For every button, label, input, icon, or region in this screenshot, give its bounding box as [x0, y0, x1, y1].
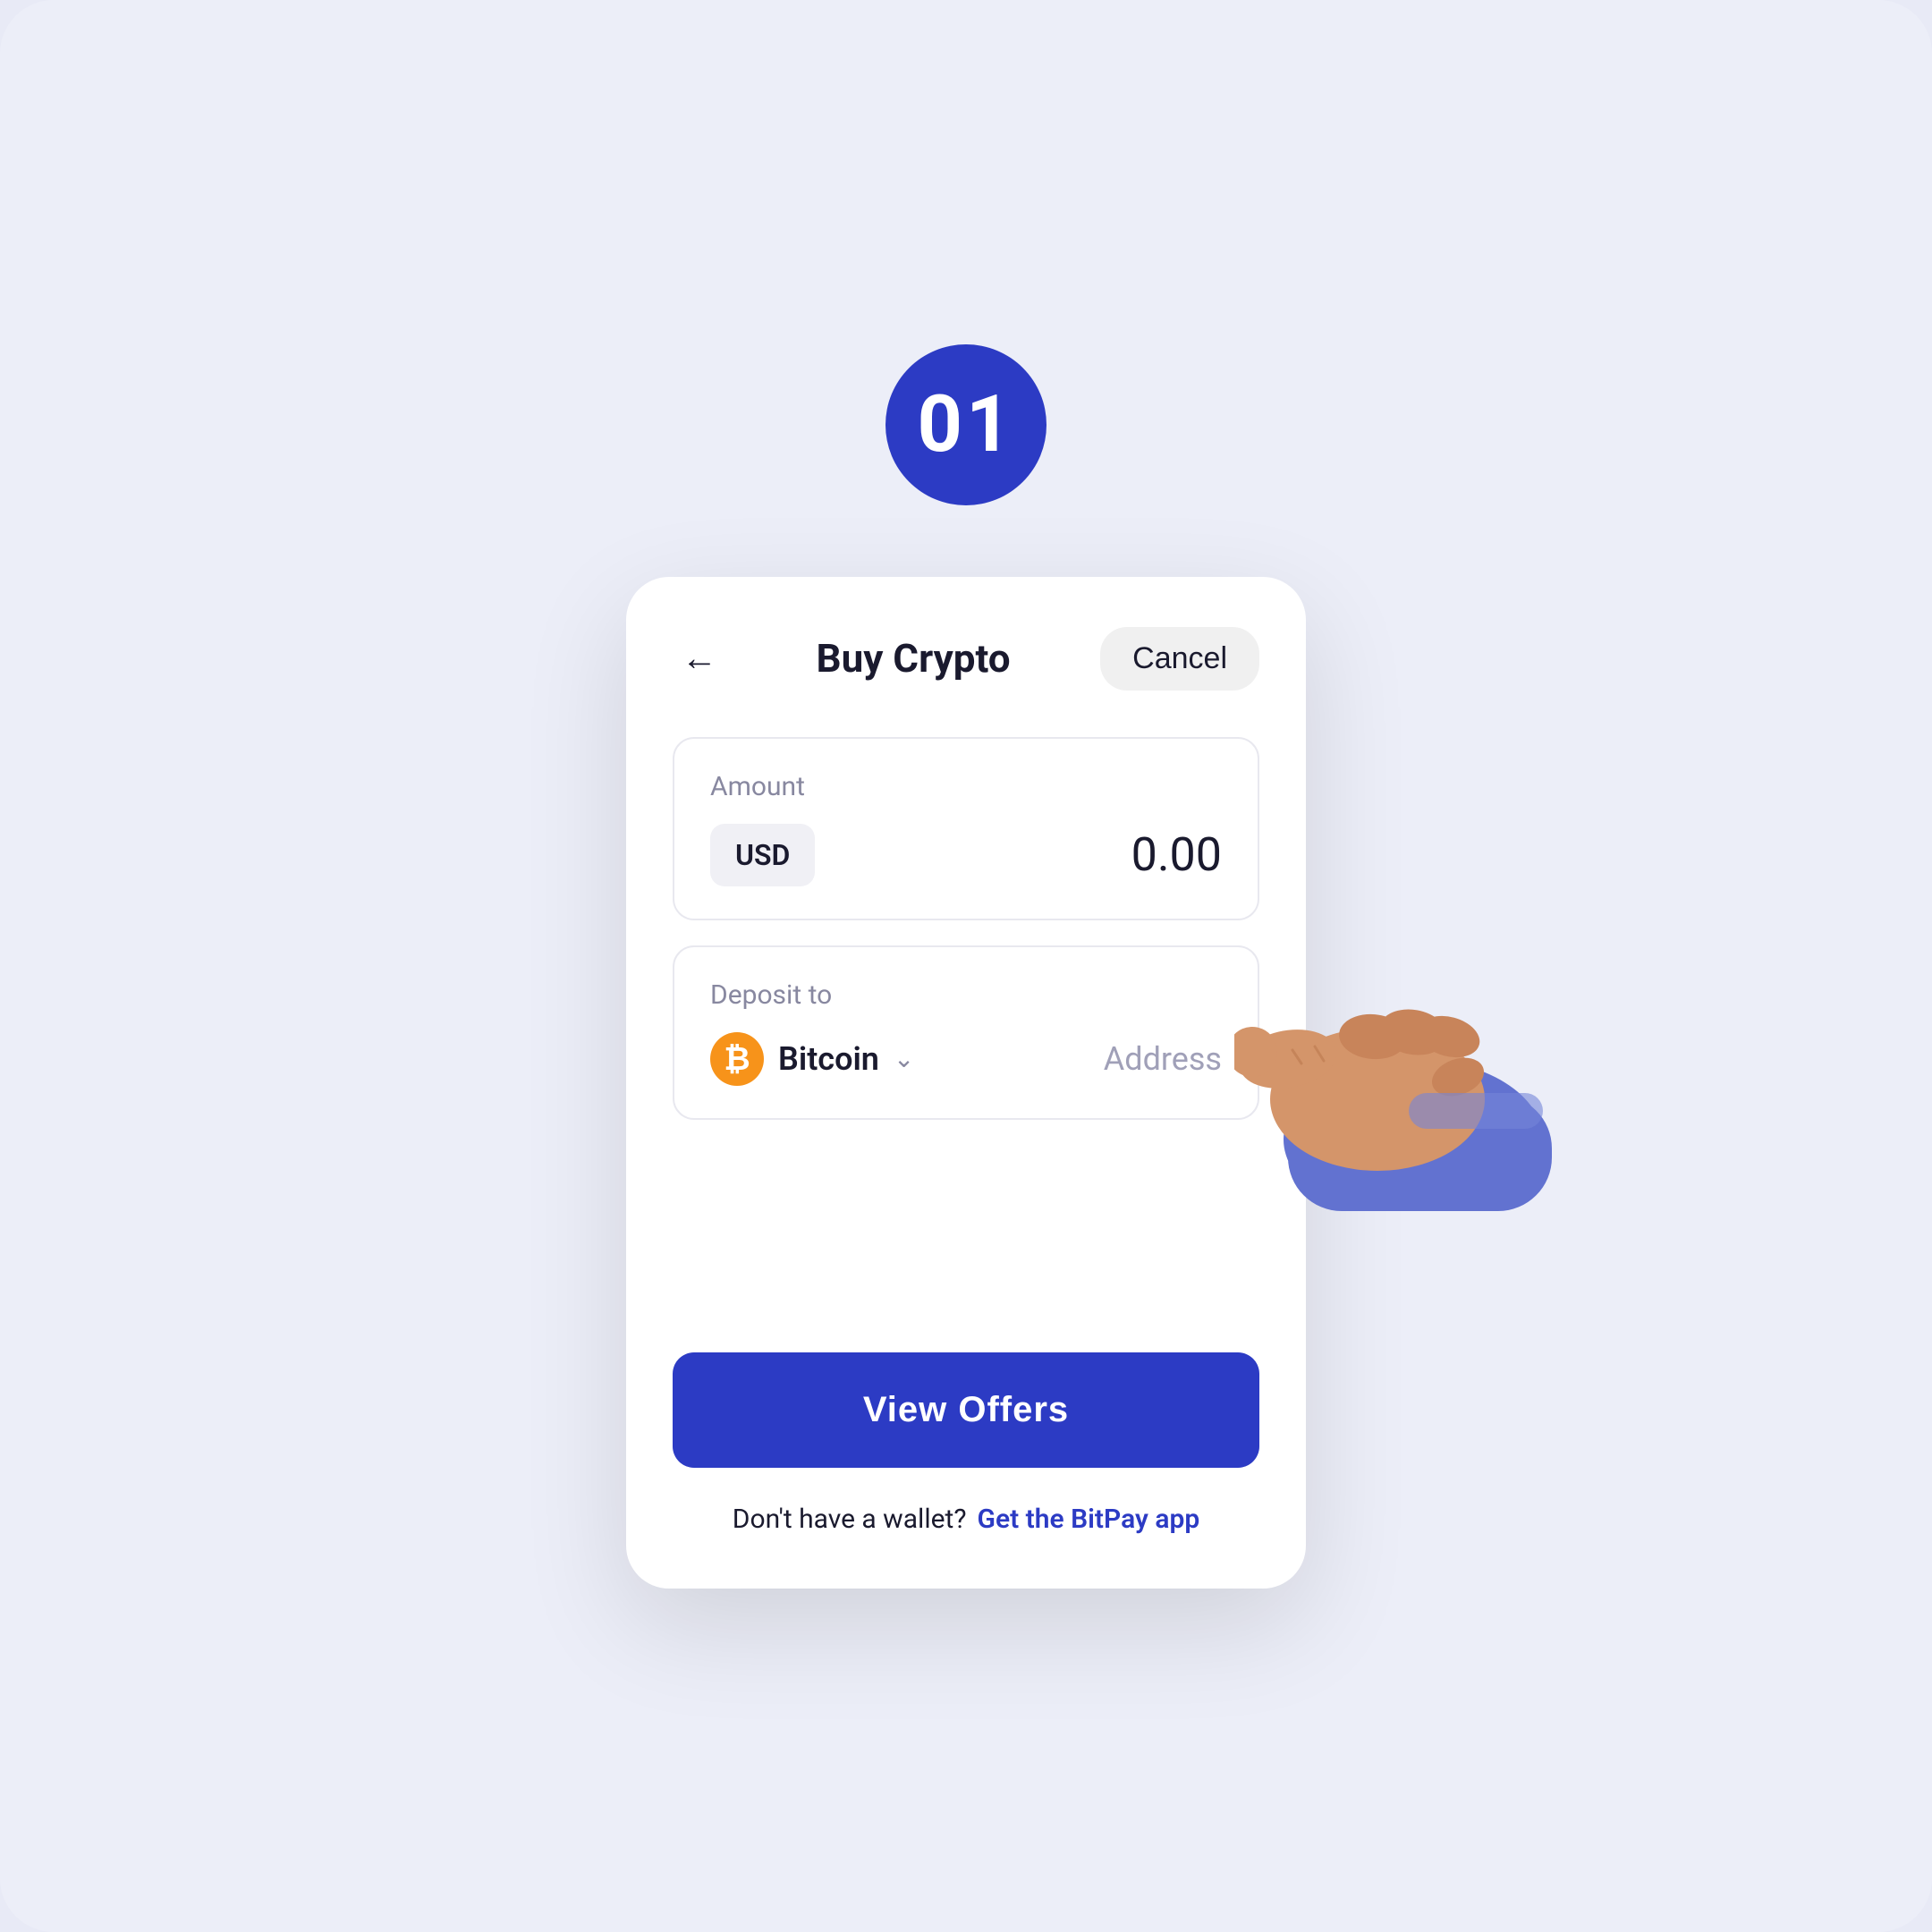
phone-wrapper: ← Buy Crypto Cancel Amount USD 0.00 De	[626, 577, 1306, 1589]
phone-header: ← Buy Crypto Cancel	[673, 627, 1259, 691]
crypto-name: Bitcoin	[778, 1040, 879, 1078]
phone-card: ← Buy Crypto Cancel Amount USD 0.00 De	[626, 577, 1306, 1589]
amount-section: Amount USD 0.00	[673, 737, 1259, 920]
back-arrow-icon: ←	[682, 640, 717, 676]
amount-card: Amount USD 0.00	[673, 737, 1259, 920]
bitcoin-icon: ₿	[710, 1032, 764, 1086]
bitcoin-symbol: ₿	[724, 1040, 750, 1078]
crypto-selector[interactable]: ₿ Bitcoin ⌄	[710, 1032, 914, 1086]
currency-badge[interactable]: USD	[710, 824, 815, 886]
chevron-down-icon: ⌄	[894, 1044, 914, 1073]
no-wallet-text: Don't have a wallet?	[733, 1504, 967, 1535]
step-badge: 01	[886, 344, 1046, 505]
page-title: Buy Crypto	[817, 635, 1011, 682]
amount-value[interactable]: 0.00	[1131, 827, 1222, 882]
hand-illustration	[1234, 961, 1556, 1211]
wallet-footer: Don't have a wallet? Get the BitPay app	[673, 1504, 1259, 1535]
get-app-link[interactable]: Get the BitPay app	[978, 1504, 1200, 1535]
back-button[interactable]: ←	[673, 631, 726, 685]
deposit-row: ₿ Bitcoin ⌄ Address	[710, 1032, 1222, 1086]
deposit-label: Deposit to	[710, 979, 1222, 1011]
view-offers-button[interactable]: View Offers	[673, 1352, 1259, 1468]
deposit-card: Deposit to ₿ Bitcoin ⌄ Address	[673, 945, 1259, 1120]
pointing-hand-svg	[1234, 961, 1556, 1211]
amount-label: Amount	[710, 771, 1222, 802]
cancel-button[interactable]: Cancel	[1100, 627, 1259, 691]
page-background: 01 ← Buy Crypto Cancel Amount USD 0.00	[0, 0, 1932, 1932]
deposit-section: Deposit to ₿ Bitcoin ⌄ Address	[673, 945, 1259, 1120]
spacer	[673, 1174, 1259, 1352]
address-label[interactable]: Address	[1104, 1040, 1222, 1078]
step-number: 01	[918, 378, 1015, 470]
amount-row: USD 0.00	[710, 824, 1222, 886]
